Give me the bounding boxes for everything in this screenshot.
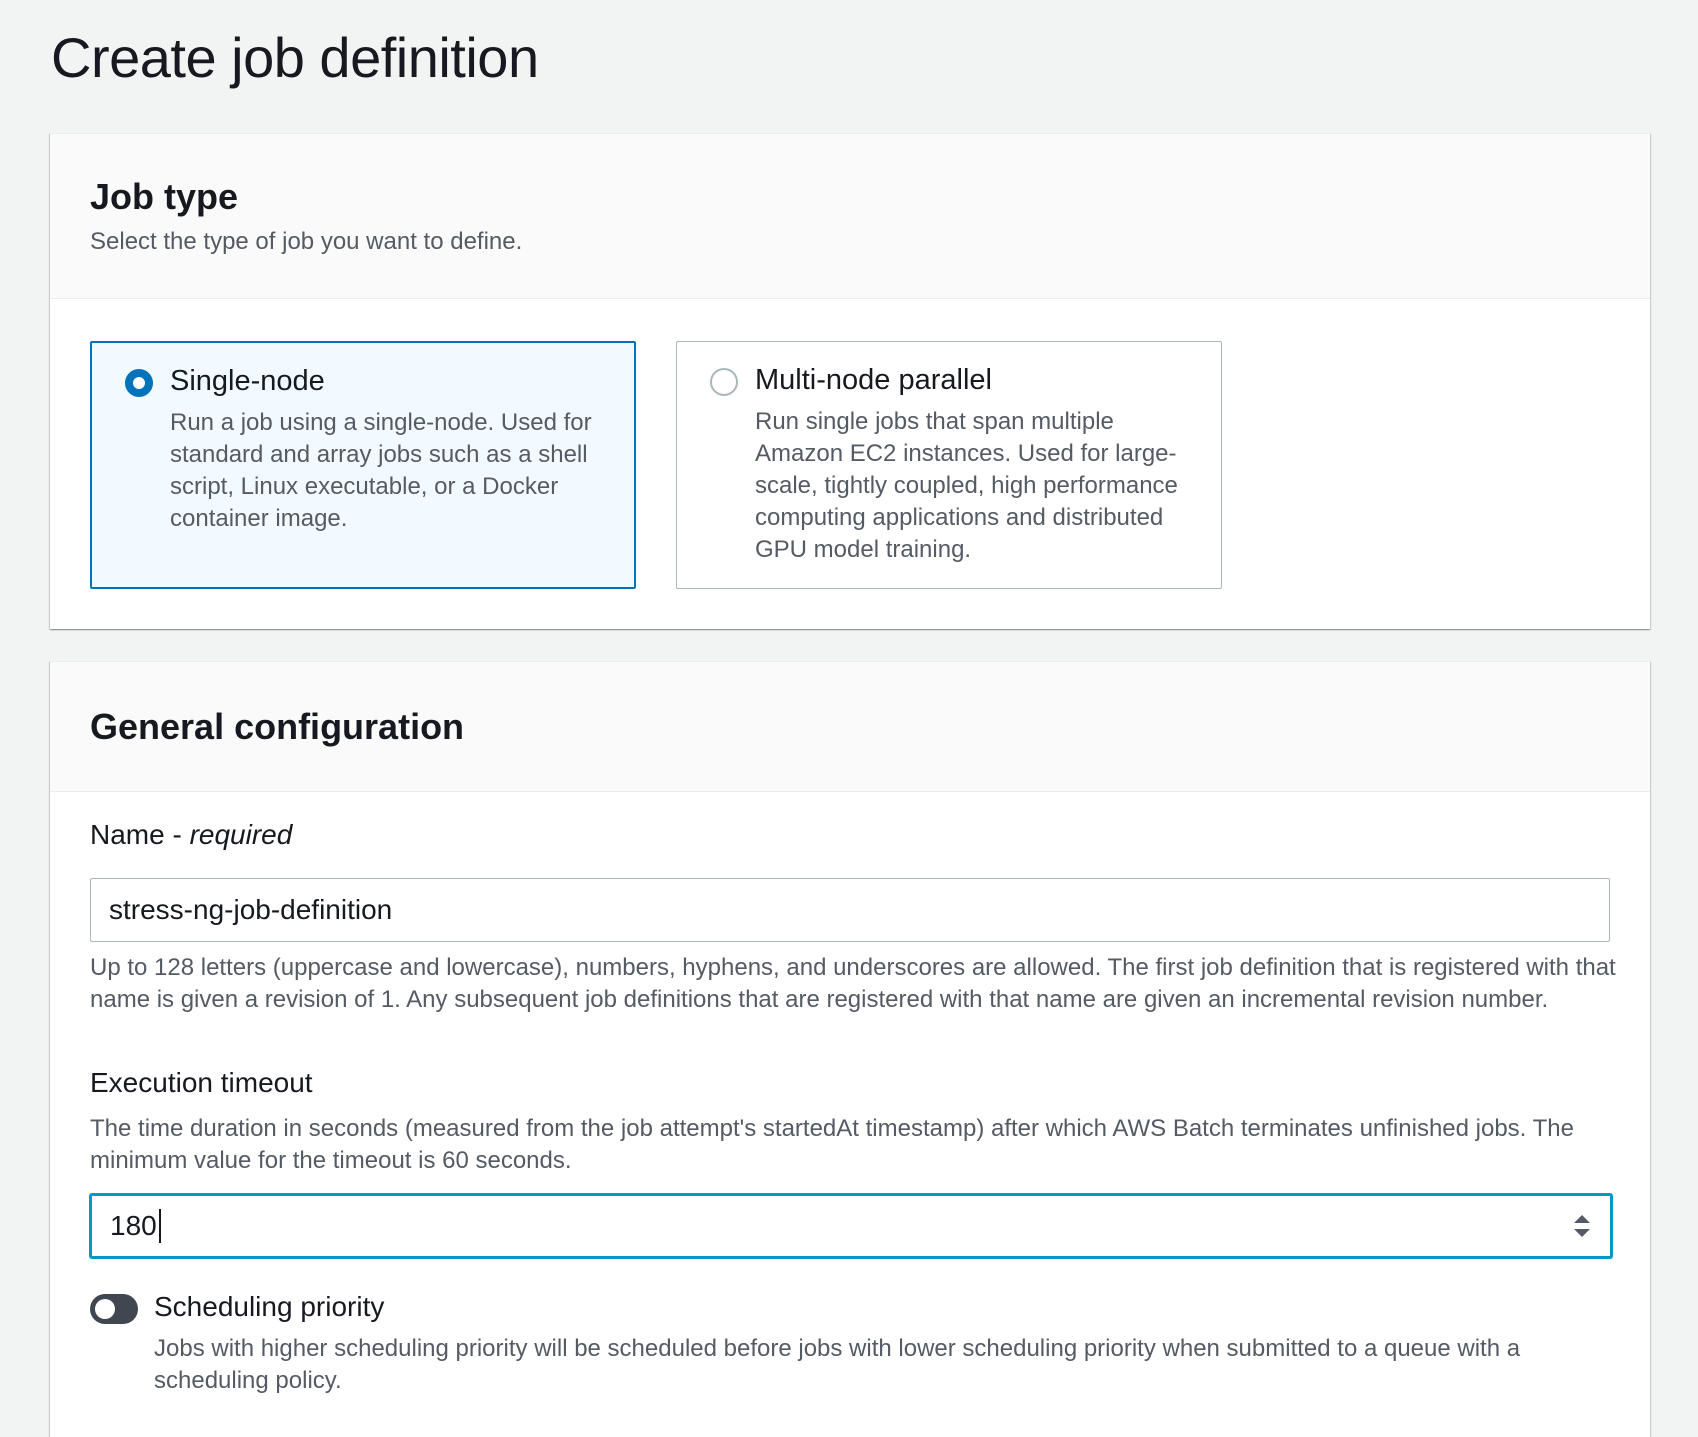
name-input[interactable] (90, 878, 1610, 942)
multi-node-parallel-radio[interactable] (710, 368, 738, 396)
name-field-label: Name - required (90, 819, 292, 851)
job-type-heading: Job type (90, 176, 239, 217)
text-cursor (159, 1209, 161, 1243)
name-label-text: Name - (90, 819, 190, 850)
execution-timeout-label: Execution timeout (90, 1067, 313, 1098)
name-field-help: Up to 128 letters (uppercase and lowerca… (90, 954, 1616, 1013)
execution-timeout-field[interactable] (89, 1193, 1613, 1259)
multi-node-parallel-description: Run single jobs that span multiple Amazo… (755, 408, 1178, 563)
job-type-panel-header: Job type Select the type of job you want… (50, 134, 1650, 299)
single-node-title: Single-node (170, 365, 325, 397)
required-marker: required (189, 819, 293, 850)
scheduling-priority-toggle[interactable] (90, 1294, 138, 1324)
execution-timeout-input[interactable] (92, 1196, 1552, 1256)
general-configuration-panel: General configuration Name - required Up… (50, 661, 1650, 1437)
job-type-description: Select the type of job you want to defin… (90, 228, 523, 255)
job-type-option-single-node[interactable]: Single-node Run a job using a single-nod… (90, 341, 636, 589)
general-configuration-panel-header: General configuration (50, 662, 1650, 792)
up-down-spinner-icon[interactable] (1570, 1210, 1594, 1242)
multi-node-parallel-title: Multi-node parallel (755, 364, 992, 396)
single-node-description: Run a job using a single-node. Used for … (170, 409, 592, 532)
general-configuration-heading: General configuration (90, 706, 465, 747)
scheduling-priority-label: Scheduling priority (154, 1291, 385, 1322)
execution-timeout-description: The time duration in seconds (measured f… (90, 1115, 1574, 1174)
scheduling-priority-description: Jobs with higher scheduling priority wil… (154, 1335, 1521, 1394)
single-node-radio[interactable] (125, 369, 153, 397)
toggle-knob (95, 1299, 115, 1319)
page-title: Create job definition (51, 26, 539, 89)
job-type-panel: Job type Select the type of job you want… (50, 133, 1650, 629)
job-type-option-multi-node-parallel[interactable]: Multi-node parallel Run single jobs that… (676, 341, 1222, 589)
